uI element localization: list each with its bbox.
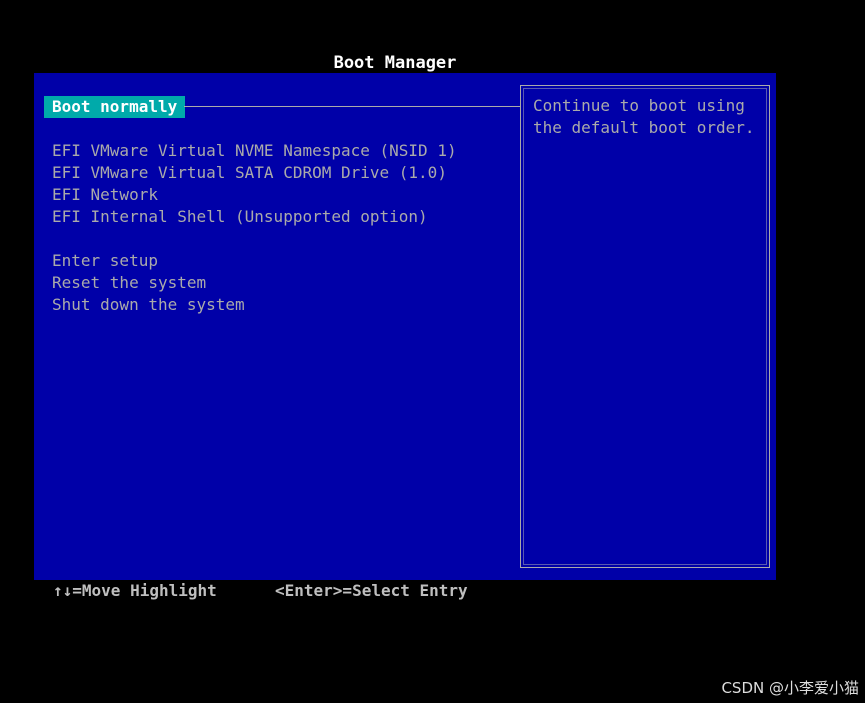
- menu-item-enter-setup[interactable]: Enter setup: [52, 250, 158, 272]
- menu-item-efi-nvme[interactable]: EFI VMware Virtual NVME Namespace (NSID …: [52, 140, 457, 162]
- footer-move-hint: ↑↓=Move Highlight: [53, 581, 217, 600]
- menu-item-shut-down-system[interactable]: Shut down the system: [52, 294, 245, 316]
- highlight-connector-line: [184, 106, 520, 107]
- menu-item-boot-normally[interactable]: Boot normally: [44, 96, 186, 118]
- menu-item-efi-internal-shell[interactable]: EFI Internal Shell (Unsupported option): [52, 206, 428, 228]
- boot-manager-panel: Boot normally EFI VMware Virtual NVME Na…: [34, 73, 776, 580]
- menu-item-efi-sata-cdrom[interactable]: EFI VMware Virtual SATA CDROM Drive (1.0…: [52, 162, 447, 184]
- help-box: Continue to boot using the default boot …: [520, 85, 770, 568]
- menu-item-efi-network[interactable]: EFI Network: [52, 184, 158, 206]
- menu-item-reset-system[interactable]: Reset the system: [52, 272, 206, 294]
- watermark: CSDN @小李爱小猫: [721, 679, 859, 697]
- help-text: Continue to boot using the default boot …: [533, 96, 755, 137]
- footer-select-hint: <Enter>=Select Entry: [275, 581, 468, 600]
- page-title: Boot Manager: [333, 53, 457, 73]
